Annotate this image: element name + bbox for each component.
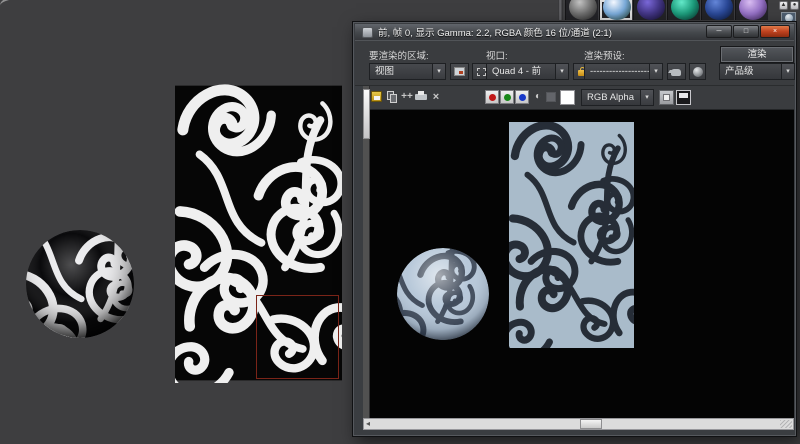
material-editor-divider (558, 0, 563, 20)
horizontal-scrollbar[interactable]: ◂ (363, 418, 794, 430)
sphere-icon (785, 14, 793, 21)
sample-sphere-button[interactable] (781, 12, 796, 21)
toggle-ui-overlays-button[interactable] (659, 90, 674, 105)
clear-image-button[interactable]: × (429, 90, 443, 104)
monochrome-button[interactable]: ◐ (531, 90, 545, 104)
render-setup-button[interactable] (667, 63, 686, 80)
alpha-channel-button[interactable] (546, 92, 556, 102)
environment-sphere-icon (693, 67, 703, 77)
rendered-sphere (396, 247, 490, 341)
crop-region-icon (477, 68, 486, 76)
window-title: 前, 帧 0, 显示 Gamma: 2.2, RGBA 颜色 16 位/通道 (… (378, 25, 612, 39)
render-controls-toolbar: 要渲染的区域: 视图 ▾ 视口: Quad 4 - 前 ▾ 渲染预设: ----… (355, 40, 794, 86)
chevron-down-icon: ▾ (555, 64, 568, 79)
material-sphere-icon (739, 0, 767, 20)
material-slot-gray[interactable] (565, 0, 599, 20)
material-slot-textured[interactable] (599, 0, 633, 20)
environment-button[interactable] (689, 63, 706, 80)
area-to-render-dropdown[interactable]: 视图 ▾ (369, 63, 446, 80)
material-sphere-icon (637, 0, 665, 20)
red-dot-icon (489, 94, 496, 101)
render-preset-dropdown[interactable]: ------------------- ▾ (584, 63, 663, 80)
scroll-left-arrow-icon[interactable]: ◂ (366, 419, 370, 429)
rendered-plane (509, 122, 634, 348)
clone-window-button[interactable]: ++ (400, 90, 414, 104)
window-teapot-icon (362, 27, 373, 38)
material-sphere-icon (705, 0, 733, 20)
render-region-outline[interactable] (256, 295, 339, 379)
render-preset-label: 渲染预设: (584, 48, 625, 62)
printer-icon (415, 94, 427, 100)
horizontal-scrollbar-thumb[interactable] (580, 419, 602, 429)
material-slots (565, 0, 769, 20)
sample-type-up-button[interactable]: ▲ (779, 1, 788, 10)
green-channel-button[interactable] (500, 90, 514, 104)
material-slot-lavender[interactable] (735, 0, 769, 20)
material-slot-teal[interactable] (667, 0, 701, 20)
background-color-swatch[interactable] (560, 90, 575, 105)
area-to-render-label: 要渲染的区域: (369, 48, 429, 62)
viewport-label: 视口: (486, 48, 508, 62)
vertical-scrollbar-thumb[interactable] (363, 89, 370, 139)
blue-channel-button[interactable] (515, 90, 529, 104)
red-channel-button[interactable] (485, 90, 499, 104)
image-toolbar: ++ × ◐ RGB Alpha ▾ (370, 86, 794, 110)
window-titlebar[interactable]: 前, 帧 0, 显示 Gamma: 2.2, RGBA 颜色 16 位/通道 (… (355, 24, 794, 40)
material-sphere-icon (671, 0, 699, 20)
overlay-icon (663, 94, 670, 101)
close-button[interactable]: × (760, 25, 790, 38)
chevron-down-icon: ▾ (640, 90, 653, 105)
viewport-material-sphere[interactable] (25, 229, 135, 339)
viewport-pattern-fragment (0, 0, 29, 12)
max-viewport: ▲ ● 前, 帧 0, 显示 Gamma: 2.2, RGBA 颜色 16 位/… (0, 0, 800, 444)
viewport-dropdown[interactable]: Quad 4 - 前 ▾ (486, 63, 569, 80)
chevron-down-icon: ▾ (432, 64, 445, 79)
save-image-button[interactable] (370, 90, 384, 104)
teapot-icon (671, 69, 681, 76)
render-button[interactable]: 渲染 (720, 46, 794, 63)
blue-dot-icon (519, 94, 526, 101)
channel-display-dropdown[interactable]: RGB Alpha ▾ (581, 89, 654, 106)
rendered-image-area[interactable] (363, 110, 794, 418)
edit-region-button[interactable] (450, 63, 469, 80)
resize-grip[interactable] (780, 420, 792, 428)
minimize-button[interactable]: ─ (706, 25, 732, 38)
chevron-down-icon: ▾ (781, 64, 794, 79)
monitor-icon (679, 93, 688, 98)
material-sphere-icon (569, 0, 597, 20)
chevron-down-icon: ▾ (649, 64, 662, 79)
material-slot-blue[interactable] (701, 0, 735, 20)
material-slot-indigo[interactable] (633, 0, 667, 20)
green-dot-icon (504, 94, 511, 101)
floppy-disk-icon (371, 91, 382, 102)
maximize-button[interactable]: □ (733, 25, 759, 38)
render-quality-dropdown[interactable]: 产品级 ▾ (719, 63, 795, 80)
print-image-button[interactable] (414, 90, 428, 104)
sample-type-sphere-button[interactable]: ● (790, 1, 799, 10)
copy-image-button[interactable] (385, 90, 399, 104)
rendered-frame-window: 前, 帧 0, 显示 Gamma: 2.2, RGBA 颜色 16 位/通道 (… (352, 21, 797, 437)
material-sphere-icon (603, 0, 631, 20)
toggle-ui-button[interactable] (676, 90, 691, 105)
vertical-scrollbar[interactable] (363, 86, 370, 418)
image-icon (454, 67, 465, 76)
